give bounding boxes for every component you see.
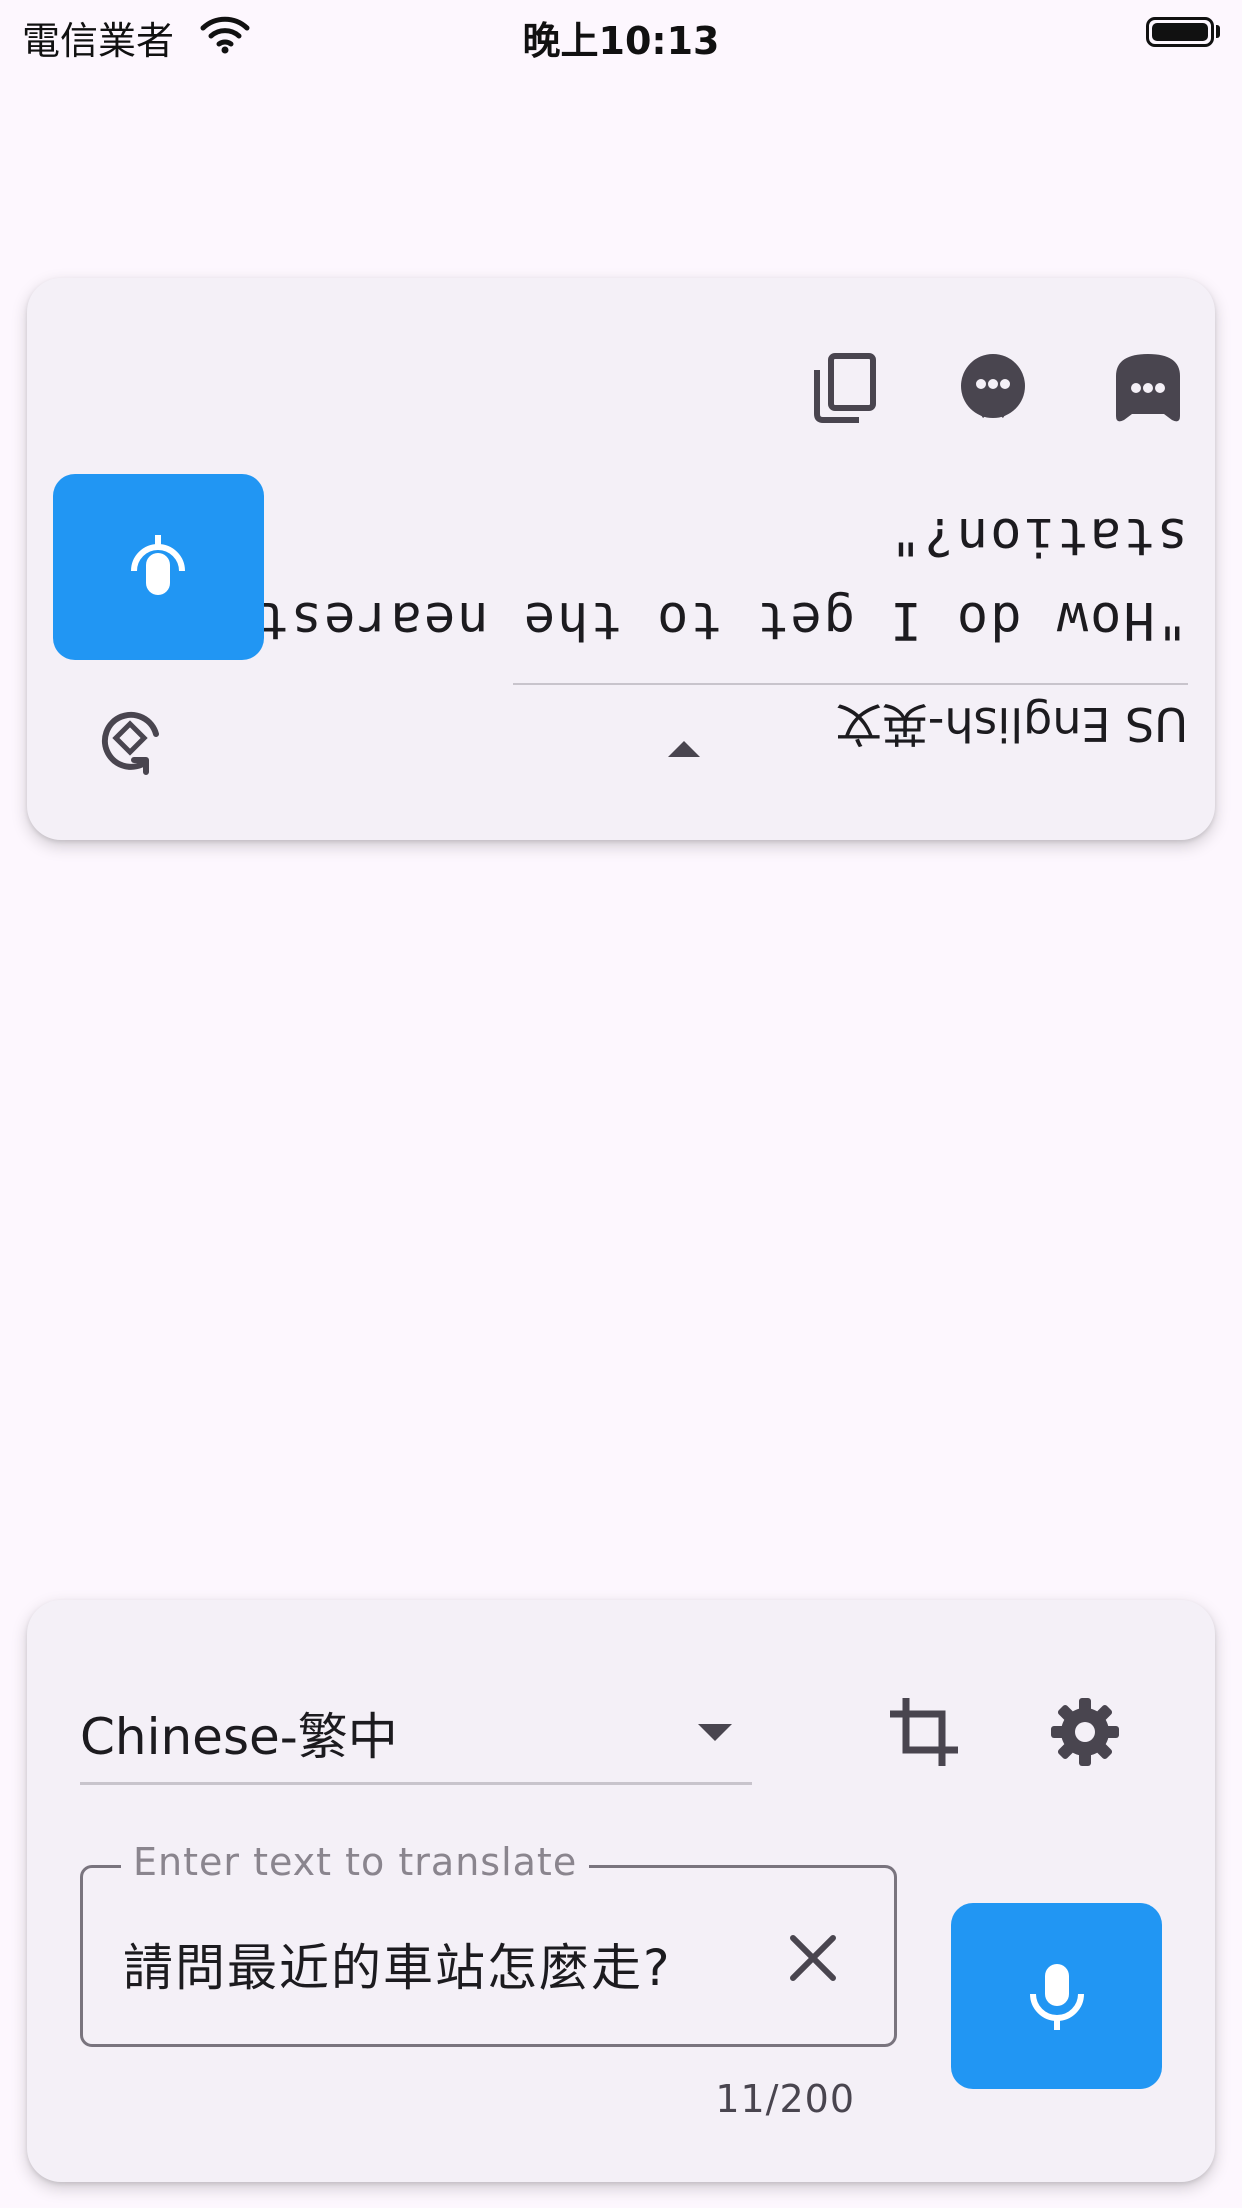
source-language-select[interactable]: Chinese-繁中 <box>80 1697 398 1769</box>
input-value[interactable]: 請問最近的車站怎麼走? <box>123 1928 672 2000</box>
microphone-icon <box>1029 1964 1084 2030</box>
source-language-underline <box>80 1782 752 1785</box>
dropdown-arrow-icon[interactable] <box>668 741 700 757</box>
crop-icon[interactable] <box>884 1692 964 1772</box>
target-language-underline <box>513 683 1188 685</box>
gear-icon[interactable] <box>1045 1692 1125 1772</box>
char-counter: 11/200 <box>715 2077 855 2121</box>
dropdown-arrow-icon[interactable] <box>698 1724 732 1741</box>
battery-tip <box>1216 25 1220 38</box>
face-rounded-square-icon[interactable] <box>1108 348 1188 428</box>
input-label: Enter text to translate <box>121 1840 590 1884</box>
translate-input-field[interactable]: Enter text to translate 請問最近的車站怎麼走? <box>80 1840 897 2047</box>
copy-icon[interactable] <box>805 348 885 428</box>
translated-text: "How do I get to the nearest station?" <box>255 506 1188 650</box>
battery-icon <box>1146 17 1214 47</box>
translation-output-card: US English-英文 "How do I get to the neare… <box>27 278 1215 840</box>
target-language-select[interactable]: US English-英文 <box>836 694 1188 760</box>
speak-button[interactable] <box>53 474 264 660</box>
close-icon[interactable] <box>783 1928 843 1988</box>
rotate-icon[interactable] <box>90 698 170 778</box>
clock: 晚上10:13 <box>522 19 720 63</box>
face-round-icon[interactable] <box>953 348 1033 428</box>
flipped-content: US English-英文 "How do I get to the neare… <box>27 278 1215 840</box>
speaker-icon <box>131 535 186 595</box>
status-bar: 電信業者 晚上10:13 <box>0 0 1242 70</box>
mic-button[interactable] <box>951 1903 1162 2089</box>
